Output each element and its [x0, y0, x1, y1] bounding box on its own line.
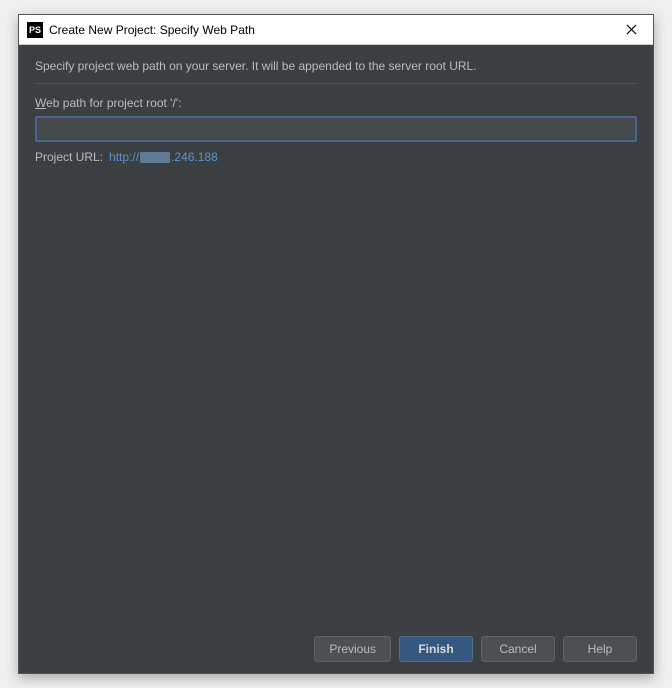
- help-button[interactable]: Help: [563, 636, 637, 662]
- cancel-button[interactable]: Cancel: [481, 636, 555, 662]
- web-path-label: Web path for project root '/':: [35, 96, 637, 110]
- button-bar: Previous Finish Cancel Help: [19, 625, 653, 673]
- content-spacer: [35, 164, 637, 625]
- titlebar: PS Create New Project: Specify Web Path: [19, 15, 653, 45]
- url-prefix: http://: [109, 150, 139, 164]
- previous-button[interactable]: Previous: [314, 636, 391, 662]
- mnemonic-char: W: [35, 96, 46, 110]
- finish-button[interactable]: Finish: [399, 636, 473, 662]
- project-url-row: Project URL: http:// .246.188: [35, 150, 637, 164]
- url-obscured-segment: [140, 152, 170, 163]
- close-icon: [626, 24, 637, 35]
- label-rest: eb path for project root '/':: [46, 96, 181, 110]
- dialog-window: PS Create New Project: Specify Web Path …: [18, 14, 654, 674]
- description-text: Specify project web path on your server.…: [35, 59, 637, 84]
- window-title: Create New Project: Specify Web Path: [49, 23, 617, 37]
- web-path-input[interactable]: [35, 116, 637, 142]
- url-suffix: .246.188: [171, 150, 218, 164]
- dialog-content: Specify project web path on your server.…: [19, 45, 653, 625]
- project-url-label: Project URL:: [35, 150, 103, 164]
- app-icon: PS: [27, 22, 43, 38]
- close-button[interactable]: [617, 16, 645, 44]
- project-url-link[interactable]: http:// .246.188: [109, 150, 218, 164]
